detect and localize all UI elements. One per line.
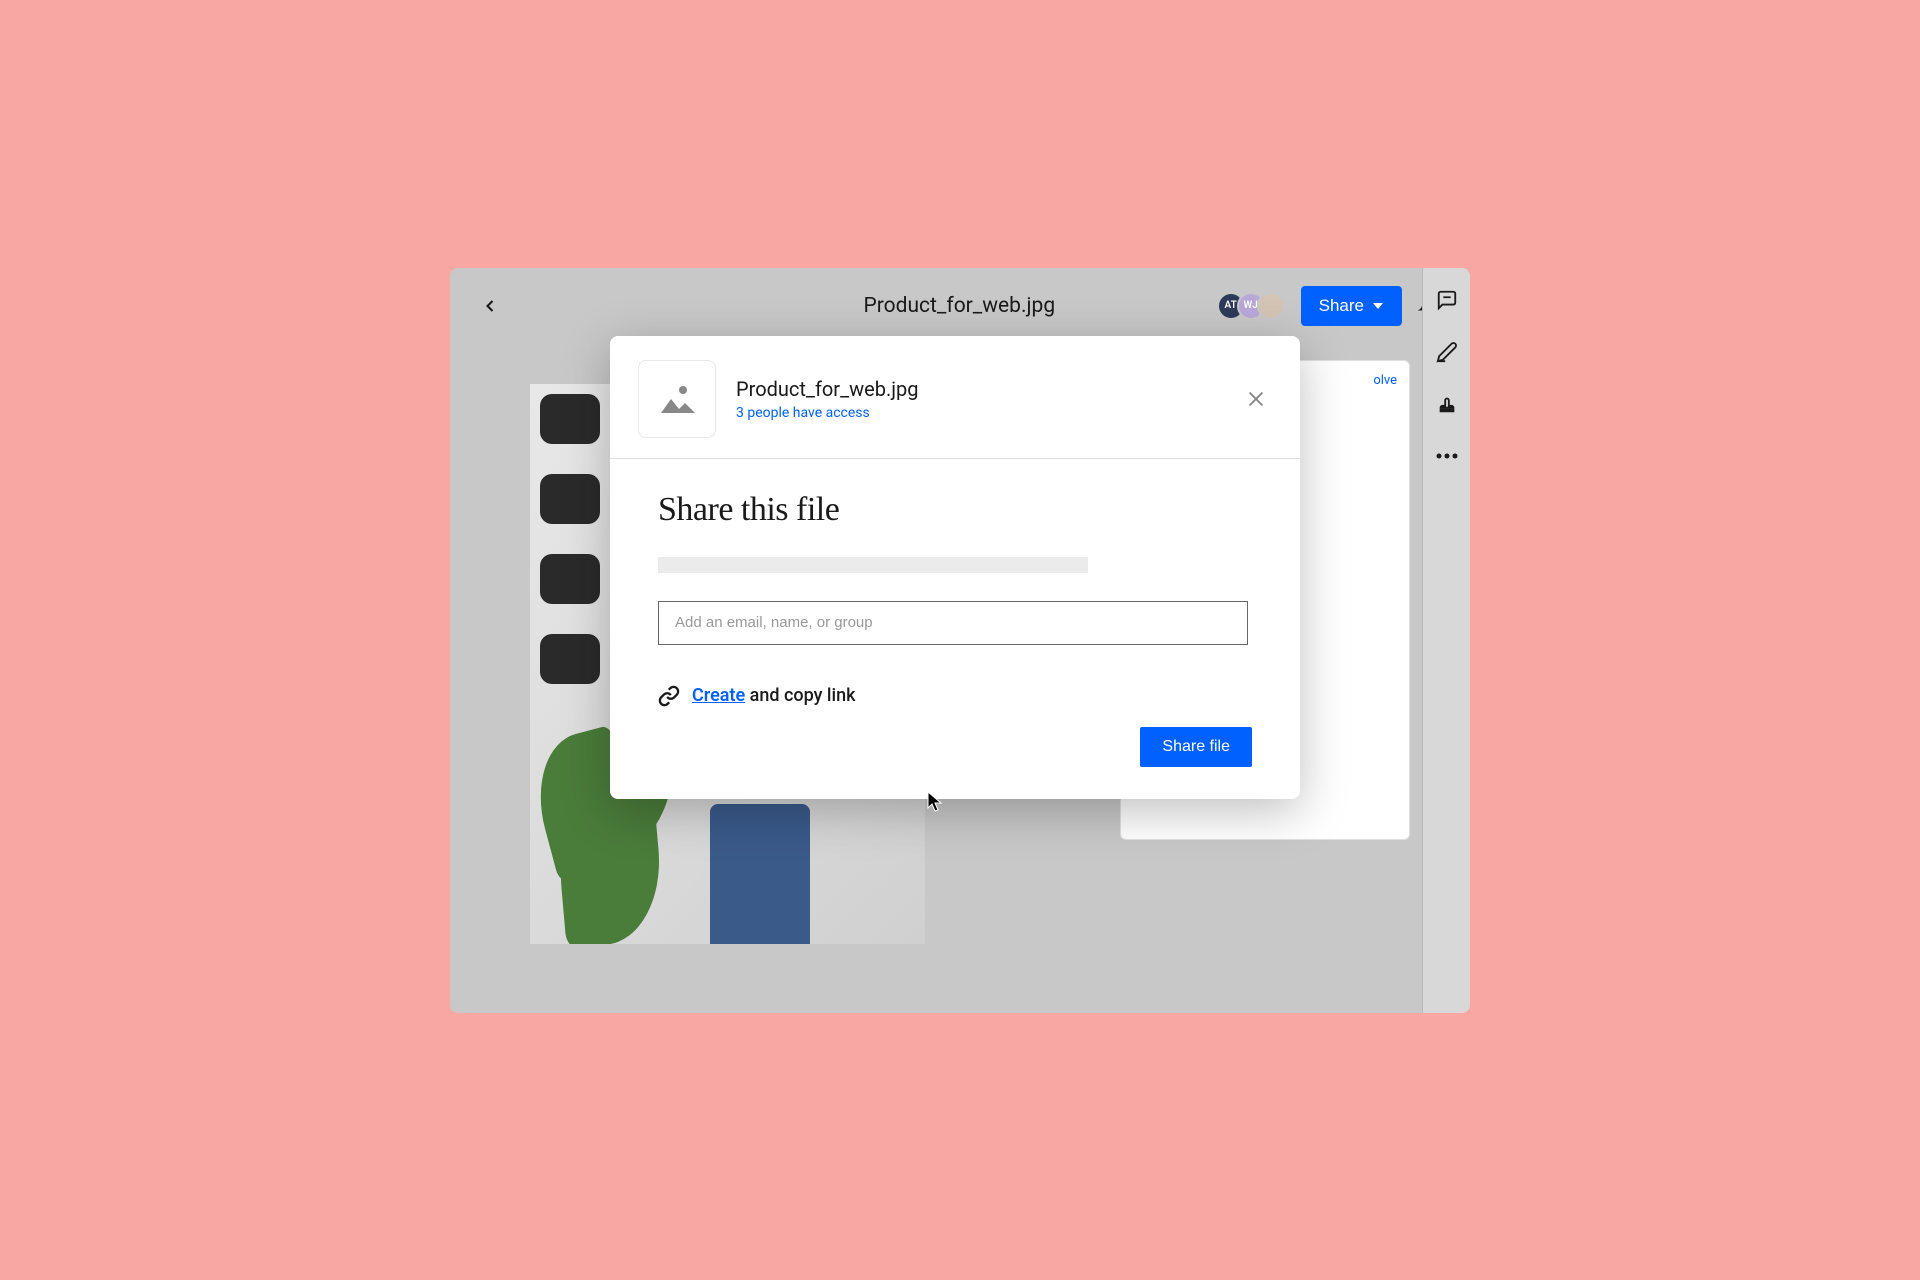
avatar-stack[interactable]: AT WJ <box>1217 292 1285 320</box>
create-link-word: Create <box>692 685 745 706</box>
modal-body: Share this file Create and copy link <box>610 459 1300 739</box>
comments-button[interactable] <box>1435 288 1459 312</box>
file-thumbnail <box>638 360 716 438</box>
create-link-row[interactable]: Create and copy link <box>658 685 1252 707</box>
share-recipient-input[interactable] <box>658 601 1248 645</box>
create-link-rest: and copy link <box>745 685 855 706</box>
chevron-left-icon <box>480 296 500 316</box>
page-title: Product_for_web.jpg <box>718 294 1201 318</box>
share-button[interactable]: Share <box>1301 286 1402 326</box>
share-modal: Product_for_web.jpg 3 people have access… <box>610 336 1300 799</box>
modal-file-name: Product_for_web.jpg <box>736 377 1220 401</box>
chevron-down-icon <box>1372 300 1384 312</box>
header-actions: AT WJ Share 3 <box>1217 286 1442 326</box>
create-link-label: Create and copy link <box>692 685 855 706</box>
link-icon <box>658 685 680 707</box>
avatar <box>1257 292 1285 320</box>
modal-title: Share this file <box>658 491 1252 529</box>
share-file-button[interactable]: Share file <box>1140 727 1252 767</box>
modal-access-link[interactable]: 3 people have access <box>736 405 1220 421</box>
placeholder-bar <box>658 557 1088 573</box>
modal-header: Product_for_web.jpg 3 people have access <box>610 336 1300 459</box>
modal-file-info: Product_for_web.jpg 3 people have access <box>736 377 1220 421</box>
share-button-label: Share <box>1319 296 1364 316</box>
close-icon <box>1245 388 1267 410</box>
modal-footer: Share file <box>610 727 1300 799</box>
image-icon <box>655 381 699 417</box>
back-button[interactable] <box>478 294 502 318</box>
close-button[interactable] <box>1240 383 1272 415</box>
header: Product_for_web.jpg AT WJ Share 3 <box>450 268 1470 344</box>
comment-icon <box>1436 289 1458 311</box>
file-preview-window: Product_for_web.jpg AT WJ Share 3 <box>450 268 1470 1013</box>
